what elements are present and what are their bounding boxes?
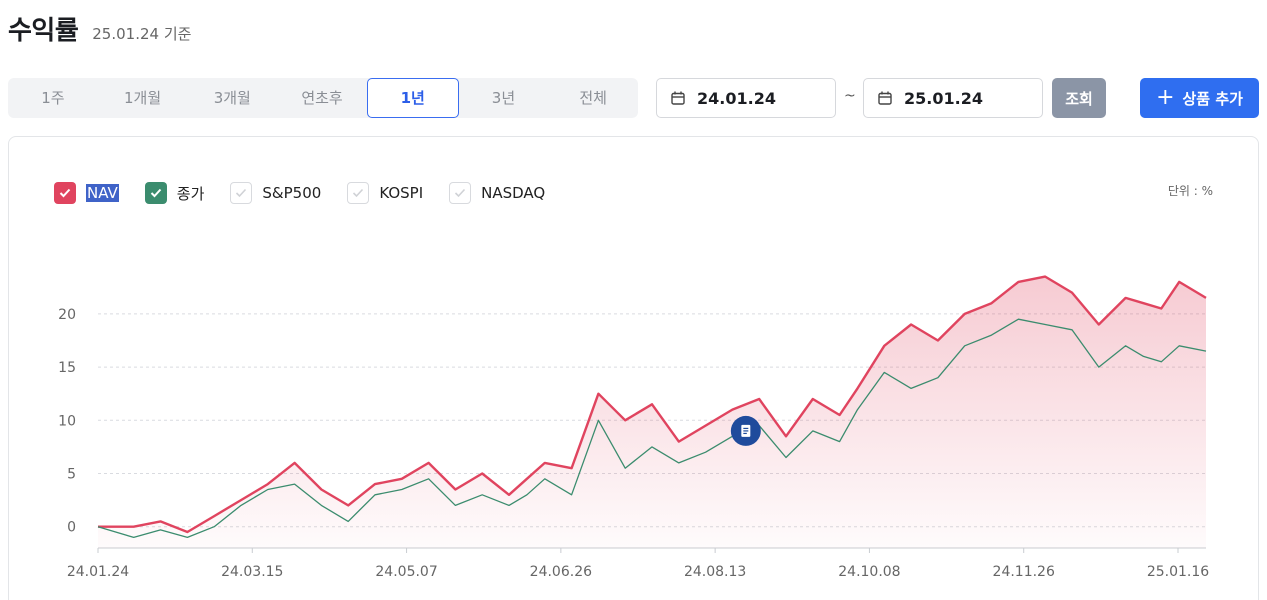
x-tick-label: 24.06.26 [530,564,592,580]
y-tick-label: 10 [58,413,76,429]
x-tick-label: 24.10.08 [838,564,900,580]
returns-chart: 0 5 10 15 20 24.01.24 24.03.15 24.05.07 24.06.26… [58,275,1209,580]
y-tick-label: 15 [58,360,76,376]
y-tick-label: 5 [67,467,76,483]
series-area-0 [98,276,1206,548]
y-tick-label: 0 [67,520,76,536]
x-tick-label: 24.01.24 [67,564,129,580]
x-tick-label: 24.08.13 [684,564,746,580]
x-tick-label: 24.11.26 [993,564,1055,580]
y-tick-label: 20 [58,307,76,323]
x-tick-label: 25.01.16 [1147,564,1209,580]
x-tick-label: 24.03.15 [221,564,283,580]
x-tick-label: 24.05.07 [375,564,437,580]
